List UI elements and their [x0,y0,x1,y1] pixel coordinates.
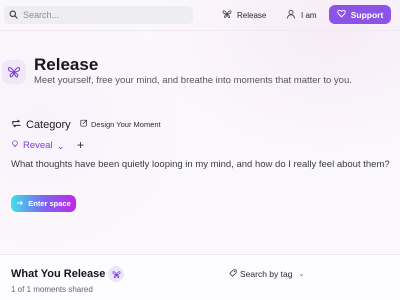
nav-i-am-label: I am [301,10,317,20]
chevron-down-icon: ⌄ [298,271,305,278]
butterfly-icon [222,9,232,21]
header-divider [0,30,400,31]
enter-space-button[interactable]: Enter space [11,195,76,212]
design-moment-label: Design Your Moment [91,119,161,129]
moments-count: 1 of 1 moments shared [11,285,93,294]
edit-icon [80,119,88,129]
search-input[interactable] [23,10,183,20]
add-tab-button[interactable]: + [77,138,84,152]
prompt-question: What thoughts have been quietly looping … [11,159,390,170]
tag-icon [229,269,237,279]
arrow-right-icon [16,199,24,209]
top-header: Release I am Support [0,0,400,30]
search-by-tag-label: Search by tag [240,269,293,279]
nav-i-am[interactable]: I am [286,8,317,22]
support-label: Support [350,9,384,20]
category-label: Category [26,119,71,131]
user-icon [286,9,296,21]
lightbulb-icon [11,140,19,151]
tab-reveal[interactable]: Reveal [11,140,53,151]
page-subtitle: Meet yourself, free your mind, and breat… [34,75,352,86]
search-by-tag-dropdown[interactable]: Search by tag ⌄ [229,269,304,279]
support-button[interactable]: Support [329,5,391,24]
page-title: Release [34,55,99,74]
butterfly-icon [108,266,124,282]
nav-release-label: Release [237,10,267,20]
enter-space-label: Enter space [28,199,71,208]
swap-icon [11,118,22,132]
design-moment-link[interactable]: Design Your Moment [80,119,161,129]
release-section-title: What You Release [11,268,106,280]
nav-release[interactable]: Release [222,8,266,22]
search-icon [9,6,18,24]
tab-reveal-label: Reveal [23,140,53,151]
search-bar[interactable] [4,6,193,24]
butterfly-icon [2,60,26,84]
chevron-down-icon[interactable]: ⌄ [57,141,65,152]
heart-icon [336,9,346,20]
category-heading[interactable]: Category [11,118,71,132]
